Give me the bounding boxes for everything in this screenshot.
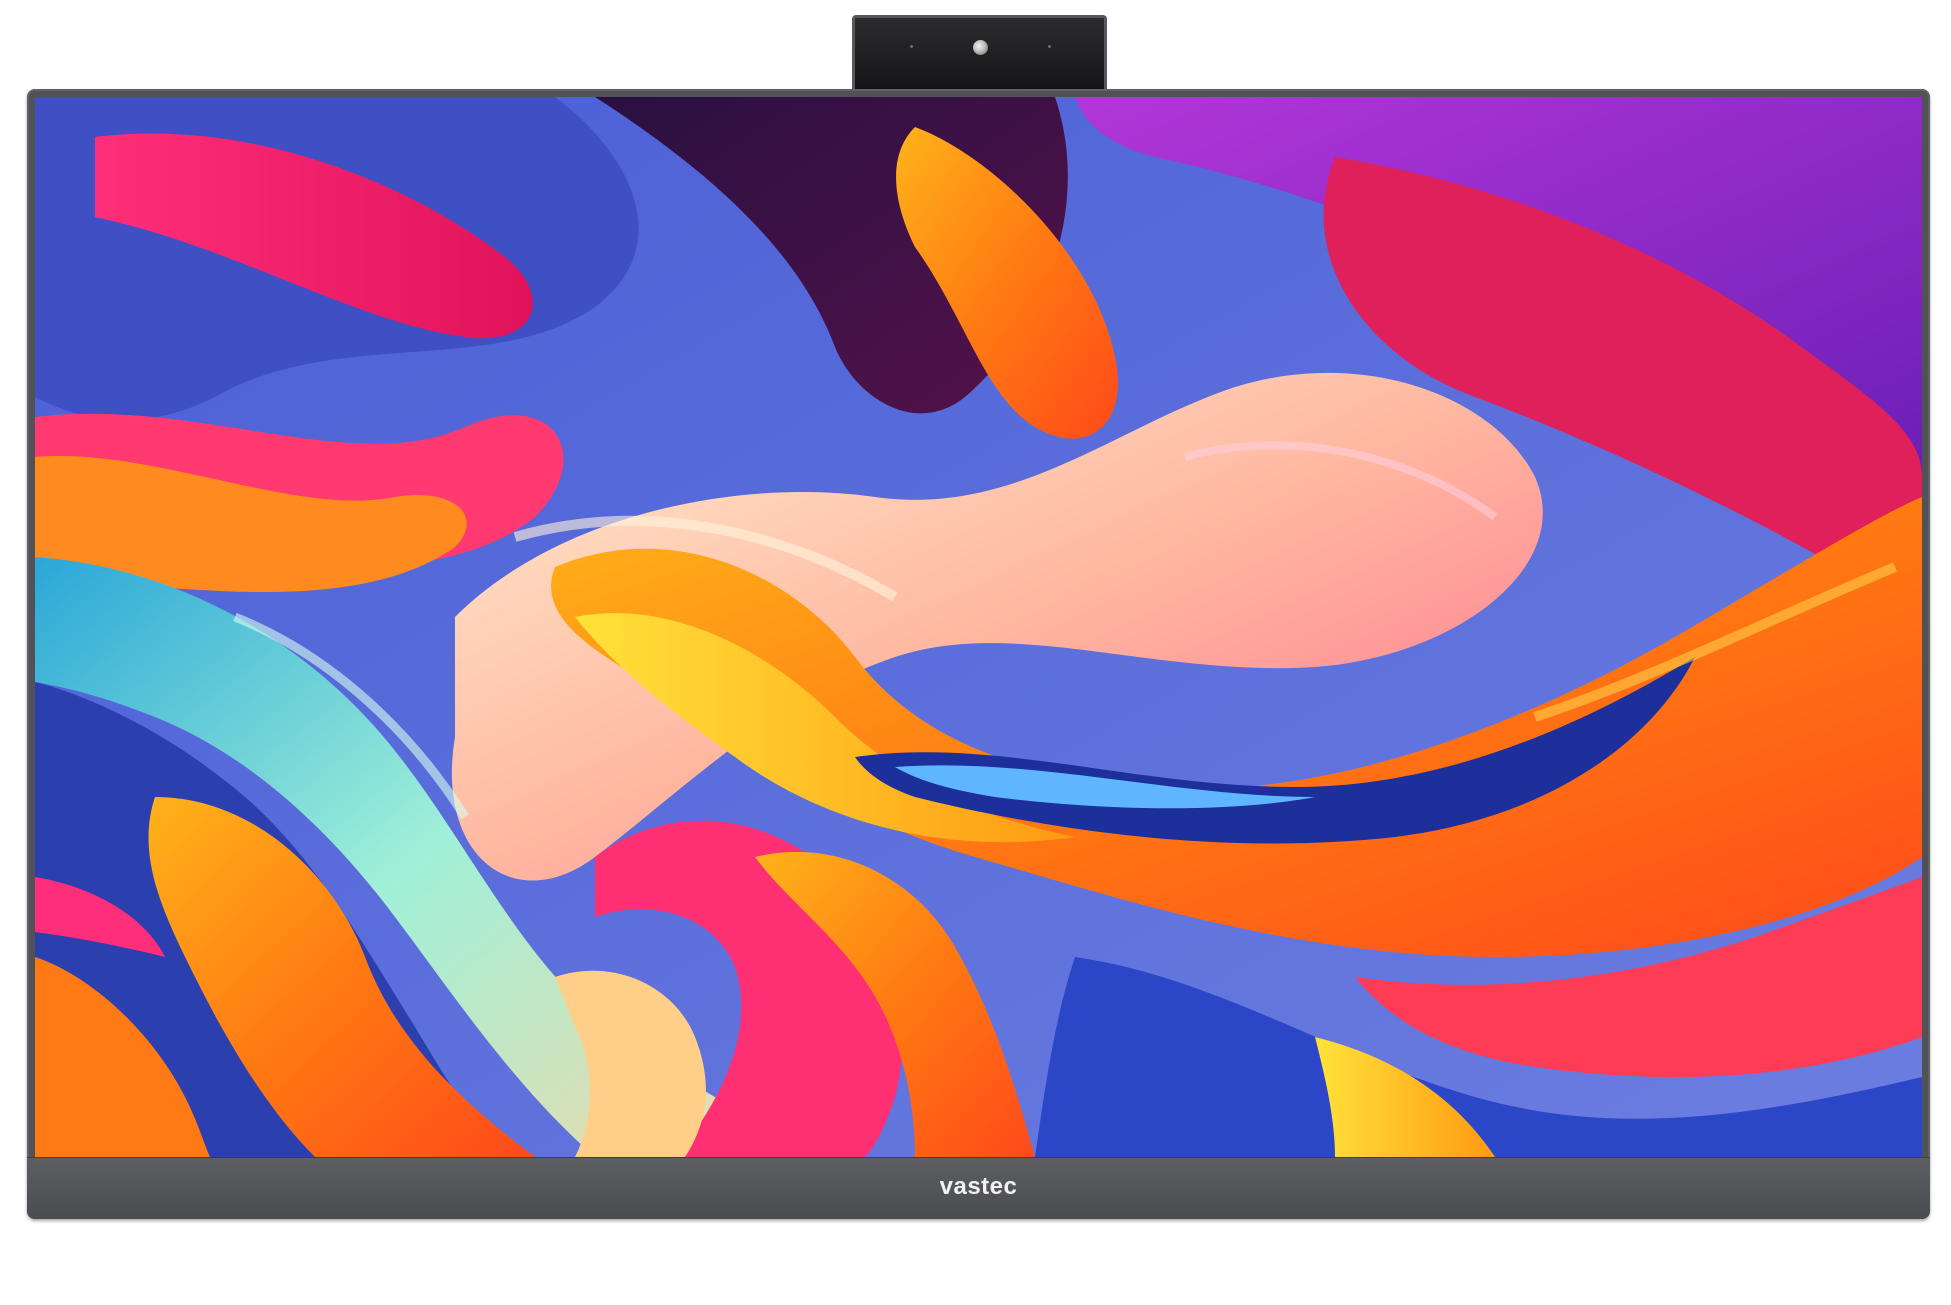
monitor-chin: vastec bbox=[27, 1157, 1930, 1219]
microphone-dot bbox=[1048, 45, 1051, 48]
camera-lens-icon bbox=[973, 40, 988, 55]
abstract-swirl-wallpaper bbox=[35, 97, 1922, 1157]
microphone-dot bbox=[910, 45, 913, 48]
webcam bbox=[852, 15, 1107, 90]
brand-logo: vastec bbox=[939, 1173, 1018, 1200]
monitor-frame: vastec bbox=[27, 89, 1930, 1219]
screen-wallpaper bbox=[35, 97, 1922, 1157]
